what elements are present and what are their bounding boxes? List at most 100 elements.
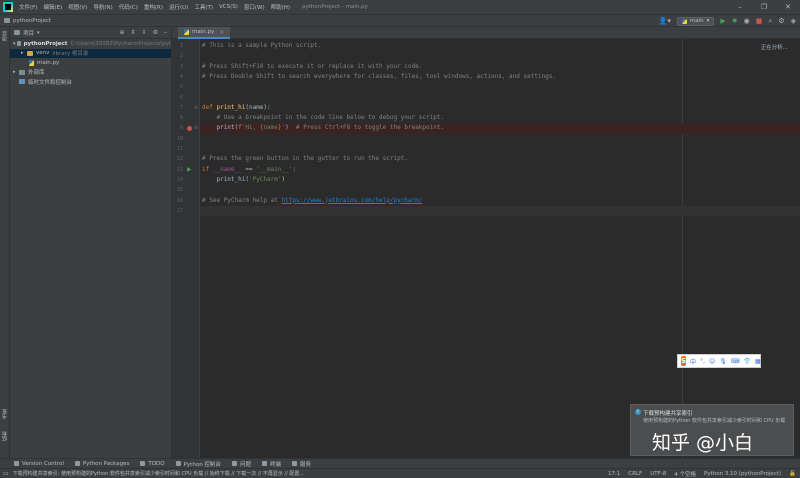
debug-icon[interactable]: ✹ <box>732 17 738 25</box>
run-config-select[interactable]: main ▾ <box>676 16 715 26</box>
tool-todo[interactable]: TODO <box>140 461 165 467</box>
menu-view[interactable]: 视图(V) <box>68 3 87 11</box>
code-line[interactable]: # Press Double Shift to search everywher… <box>200 72 800 82</box>
tool-python-console[interactable]: Python 控制台 <box>175 460 221 468</box>
code-line[interactable] <box>200 93 800 103</box>
tab-main-py[interactable]: main.py × <box>178 27 231 39</box>
line-number[interactable]: 4 <box>172 74 183 80</box>
ime-logo-icon[interactable]: S <box>681 356 687 366</box>
code-line[interactable]: # Use a breakpoint in the code line belo… <box>200 113 800 123</box>
editor-gutter[interactable]: 1 2 3 4 5 6 7 8 9 10 11 12 13 14 15 16 17 ▶ ⊖ ⊖ <box>172 39 200 458</box>
gear-icon[interactable]: ⚙ <box>153 29 158 36</box>
breakpoint-icon[interactable] <box>187 126 192 132</box>
locate-icon[interactable]: ⊕ <box>120 29 125 36</box>
ime-microphone-icon[interactable]: 🎙 <box>719 358 727 365</box>
code-area[interactable]: # This is a sample Python script. # Press… <box>200 39 800 458</box>
tool-services[interactable]: 服务 <box>291 460 311 468</box>
menu-vcs[interactable]: VCS(S) <box>219 4 238 10</box>
jetbrains-icon[interactable]: ◈ <box>791 17 796 25</box>
line-number[interactable]: 12 <box>172 156 183 162</box>
line-number[interactable]: 1 <box>172 43 183 49</box>
minimize-icon[interactable]: – <box>728 0 752 14</box>
breadcrumb[interactable]: pythonProject <box>4 18 51 24</box>
line-number[interactable]: 9 <box>172 125 183 131</box>
tree-item-pythonproject[interactable]: ▾ pythonProject C:\Users\39182\PycharmPr… <box>10 39 171 49</box>
expand-all-icon[interactable]: ⇕ <box>131 29 136 36</box>
maximize-icon[interactable]: ❐ <box>752 0 776 14</box>
menu-refactor[interactable]: 重构(R) <box>144 3 163 11</box>
line-number[interactable]: 15 <box>172 187 183 193</box>
ime-toolbox-icon[interactable]: ▦ <box>755 358 761 365</box>
menu-window[interactable]: 窗口(W) <box>244 3 265 11</box>
fold-icon[interactable]: ⊖ <box>194 125 198 131</box>
fold-icon[interactable]: ⊖ <box>194 105 198 111</box>
code-line[interactable]: # Press Shift+F10 to execute it or repla… <box>200 62 800 72</box>
ime-chinese-mode[interactable]: 中 <box>690 357 696 366</box>
tab-project[interactable]: 项目 <box>1 31 9 41</box>
line-number[interactable]: 14 <box>172 177 183 183</box>
user-icon[interactable]: 👤▾ <box>659 17 671 25</box>
line-number[interactable]: 11 <box>172 146 183 152</box>
menu-navigate[interactable]: 导航(N) <box>93 3 112 11</box>
tree-item-main-py[interactable]: main.py <box>10 58 171 68</box>
stop-icon[interactable]: ■ <box>756 17 763 25</box>
code-line[interactable] <box>200 185 800 195</box>
code-line[interactable] <box>200 82 800 92</box>
ime-keyboard-icon[interactable]: ⌨ <box>731 358 740 365</box>
line-number[interactable]: 3 <box>172 64 183 70</box>
line-number[interactable]: 2 <box>172 53 183 59</box>
run-icon[interactable]: ▶ <box>720 17 725 25</box>
run-gutter-icon[interactable]: ▶ <box>187 166 192 173</box>
status-tools-icon[interactable]: ▭ <box>3 470 9 477</box>
code-line[interactable] <box>200 51 800 61</box>
close-icon[interactable]: × <box>219 29 224 36</box>
line-number[interactable]: 16 <box>172 198 183 204</box>
code-editor[interactable]: 1 2 3 4 5 6 7 8 9 10 11 12 13 14 15 16 17 ▶ ⊖ ⊖ # This is a… <box>172 39 800 458</box>
line-number[interactable]: 13 <box>172 167 183 173</box>
tool-terminal[interactable]: 终端 <box>261 460 281 468</box>
code-line[interactable] <box>200 144 800 154</box>
menu-tools[interactable]: 工具(T) <box>194 3 213 11</box>
project-panel-title[interactable]: 项目 <box>23 29 34 37</box>
code-line[interactable]: # Press the green button in the gutter t… <box>200 154 800 164</box>
code-line[interactable] <box>200 205 800 217</box>
ime-toolbar[interactable]: S 中 °, ☺ 🎙 ⌨ 👕 ▦ <box>677 354 761 368</box>
tab-structure[interactable]: 结构 <box>1 431 9 441</box>
menu-help[interactable]: 帮助(H) <box>271 3 290 11</box>
tab-bookmarks[interactable]: 书签 <box>1 409 9 419</box>
code-line[interactable]: def print_hi(name): <box>200 103 800 113</box>
code-line[interactable]: # See PyCharm help at https://www.jetbra… <box>200 196 800 206</box>
code-line[interactable]: print_hi('PyCharm') <box>200 175 800 185</box>
ime-punctuation-icon[interactable]: °, <box>700 358 705 365</box>
line-separator[interactable]: CRLF <box>628 471 642 477</box>
line-number[interactable]: 17 <box>172 208 183 214</box>
menu-run[interactable]: 运行(U) <box>169 3 188 11</box>
breadcrumb-project[interactable]: pythonProject <box>13 18 51 24</box>
tree-item-external-libraries[interactable]: ▸ 外部库 <box>10 68 171 78</box>
caret-position[interactable]: 17:1 <box>608 471 620 477</box>
tree-item-scratches[interactable]: 临时文件和控制台 <box>10 77 171 87</box>
code-line[interactable]: print(f'Hi, {name}') # Press Ctrl+F8 to … <box>200 123 800 134</box>
file-encoding[interactable]: UTF-8 <box>650 471 666 477</box>
menu-code[interactable]: 代码(C) <box>119 3 138 11</box>
tool-problems[interactable]: 问题 <box>231 460 251 468</box>
code-line[interactable]: if __name__ == '__main__': <box>200 165 800 175</box>
hide-icon[interactable]: – <box>164 29 167 36</box>
line-number[interactable]: 8 <box>172 115 183 121</box>
status-message[interactable]: 下载预构建共享索引: 使用预构建的Python 软件包共享索引减少索引时间和 C… <box>13 470 613 477</box>
menu-edit[interactable]: 编辑(E) <box>43 3 62 11</box>
line-number[interactable]: 6 <box>172 95 183 101</box>
line-number[interactable]: 10 <box>172 136 183 142</box>
close-window-icon[interactable]: ✕ <box>776 0 800 14</box>
tool-version-control[interactable]: Version Control <box>14 461 64 467</box>
ime-emoji-icon[interactable]: ☺ <box>709 358 715 365</box>
tree-item-venv[interactable]: ▸ venv library 根目录 <box>10 48 171 58</box>
menu-file[interactable]: 文件(F) <box>19 3 37 11</box>
code-line[interactable]: # This is a sample Python script. <box>200 41 800 51</box>
collapse-all-icon[interactable]: ⇳ <box>142 29 147 36</box>
lock-icon[interactable]: 🔓 <box>789 471 796 477</box>
indent-setting[interactable]: 4 个空格 <box>674 470 696 478</box>
line-number[interactable]: 7 <box>172 105 183 111</box>
settings-icon[interactable]: ⚙ <box>778 17 784 25</box>
search-icon[interactable]: ⌕ <box>768 17 772 26</box>
